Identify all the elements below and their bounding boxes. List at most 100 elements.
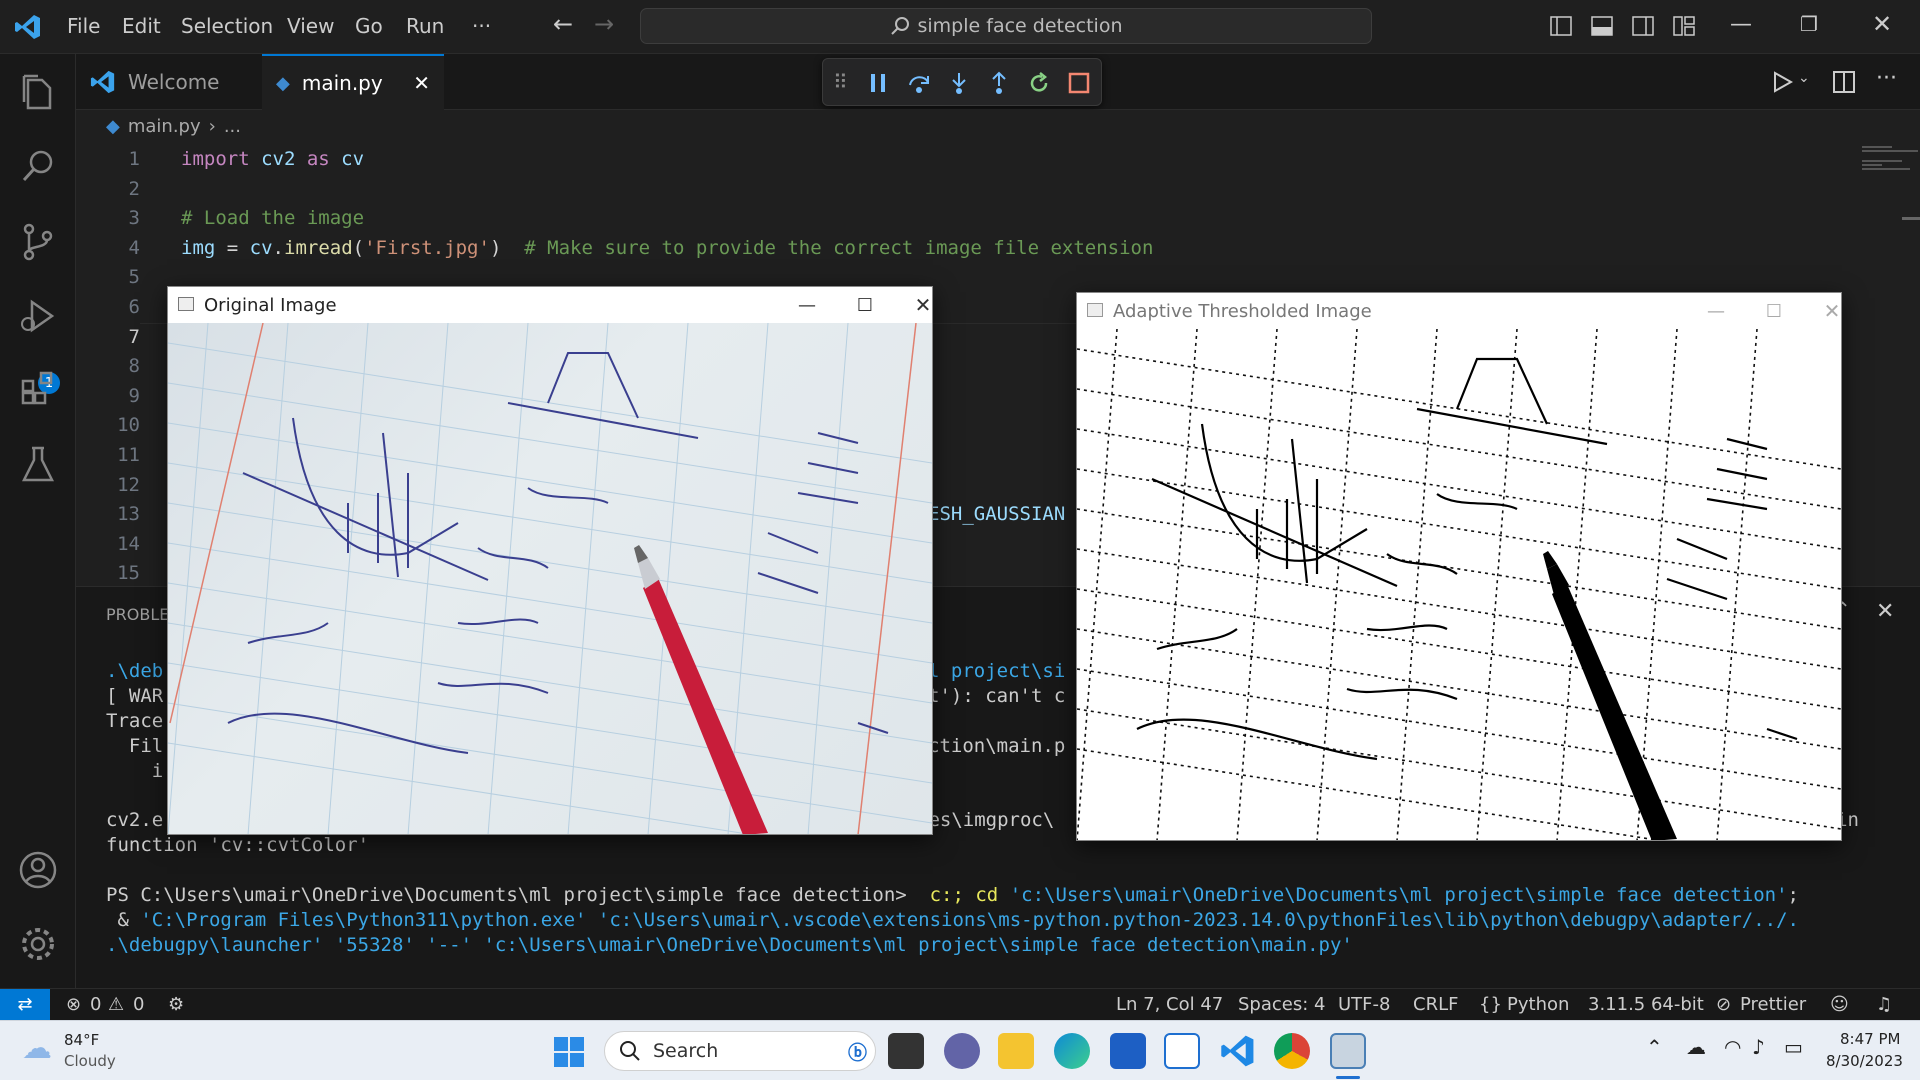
breadcrumb-file[interactable]: main.py bbox=[128, 116, 201, 137]
customize-layout-icon[interactable] bbox=[1673, 16, 1695, 36]
language-braces-icon[interactable]: {} bbox=[1479, 994, 1502, 1015]
accounts-icon[interactable] bbox=[16, 848, 60, 892]
extensions-icon[interactable] bbox=[16, 366, 60, 410]
weather-desc[interactable]: Cloudy bbox=[64, 1052, 116, 1070]
python-app-icon[interactable] bbox=[1330, 1033, 1366, 1069]
pause-icon[interactable] bbox=[867, 71, 889, 95]
edge-browser-icon[interactable] bbox=[1054, 1033, 1090, 1069]
menu-edit[interactable]: Edit bbox=[122, 14, 161, 38]
vscode-taskbar-icon[interactable] bbox=[1220, 1033, 1256, 1069]
task-view-icon[interactable] bbox=[888, 1033, 924, 1069]
scrollbar-thumb[interactable] bbox=[1902, 217, 1920, 220]
taskbar-search-label: Search bbox=[653, 1040, 719, 1062]
toggle-primary-sidebar-icon[interactable] bbox=[1550, 16, 1572, 36]
breadcrumb-rest[interactable]: ... bbox=[224, 116, 241, 137]
terminal-cmd-cd: c:; cd bbox=[906, 884, 1010, 906]
debug-status-icon[interactable]: ⚙ bbox=[168, 994, 184, 1015]
minimize-window-icon[interactable]: — bbox=[1730, 12, 1752, 37]
minimap[interactable] bbox=[1862, 144, 1920, 194]
cursor-position[interactable]: Ln 7, Col 47 bbox=[1116, 994, 1223, 1015]
original-close-icon[interactable]: ✕ bbox=[894, 287, 952, 323]
stop-icon[interactable] bbox=[1067, 71, 1091, 95]
windows-start-icon[interactable] bbox=[554, 1037, 584, 1067]
encoding[interactable]: UTF-8 bbox=[1338, 994, 1390, 1015]
restore-window-icon[interactable]: ❐ bbox=[1800, 12, 1818, 36]
toggle-panel-icon[interactable] bbox=[1591, 16, 1613, 36]
run-python-file-icon[interactable] bbox=[1771, 71, 1793, 93]
volume-icon[interactable]: ♪ bbox=[1752, 1035, 1765, 1059]
search-sidebar-icon[interactable] bbox=[16, 144, 60, 188]
menu-more[interactable]: ··· bbox=[472, 14, 491, 38]
menu-file[interactable]: File bbox=[67, 14, 100, 38]
code-line-3[interactable]: # Load the image bbox=[181, 207, 364, 229]
errors-icon[interactable]: ⊗ bbox=[66, 994, 81, 1015]
teams-chat-icon[interactable] bbox=[944, 1033, 980, 1069]
feedback-icon[interactable]: ☺ bbox=[1830, 994, 1849, 1015]
drag-handle-icon[interactable]: ⠿ bbox=[833, 70, 848, 94]
code-line-1[interactable]: import cv2 as cv bbox=[181, 148, 364, 170]
back-arrow-icon[interactable]: ← bbox=[553, 10, 573, 38]
toggle-secondary-sidebar-icon[interactable] bbox=[1632, 16, 1654, 36]
clock-time[interactable]: 8:47 PM bbox=[1840, 1030, 1900, 1048]
weather-temp[interactable]: 84°F bbox=[64, 1031, 99, 1049]
onedrive-icon[interactable]: ☁ bbox=[1686, 1035, 1706, 1059]
original-minimize-icon[interactable]: — bbox=[778, 287, 836, 323]
clock-date[interactable]: 8/30/2023 bbox=[1826, 1052, 1903, 1070]
language-mode[interactable]: Python bbox=[1507, 994, 1569, 1015]
remote-indicator-icon[interactable]: ⇄ bbox=[0, 989, 50, 1020]
original-image-window[interactable]: Original Image — ☐ ✕ bbox=[167, 286, 933, 835]
microsoft-store-icon[interactable] bbox=[1110, 1033, 1146, 1069]
cloud-weather-icon[interactable]: ☁ bbox=[22, 1031, 52, 1066]
tab-problems[interactable]: PROBLE bbox=[106, 605, 169, 624]
command-center[interactable]: simple face detection bbox=[640, 8, 1372, 44]
vscode-logo-icon[interactable] bbox=[14, 13, 42, 41]
prettier-status[interactable]: Prettier bbox=[1740, 994, 1806, 1015]
file-explorer-icon[interactable] bbox=[998, 1033, 1034, 1069]
code-line-13-tail[interactable]: ESH_GAUSSIAN bbox=[928, 503, 1065, 525]
show-hidden-icons-icon[interactable]: ⌃ bbox=[1646, 1035, 1663, 1059]
breadcrumb[interactable]: ◆ main.py › ... bbox=[106, 116, 241, 137]
step-out-icon[interactable] bbox=[987, 71, 1011, 95]
end-of-line[interactable]: CRLF bbox=[1413, 994, 1458, 1015]
run-dropdown-chevron-icon[interactable]: ⌄ bbox=[1798, 70, 1810, 86]
outlook-icon[interactable] bbox=[1164, 1033, 1200, 1069]
split-editor-icon[interactable] bbox=[1833, 71, 1855, 93]
notifications-bell-icon[interactable]: ♫ bbox=[1876, 994, 1892, 1015]
close-window-icon[interactable]: ✕ bbox=[1872, 10, 1892, 38]
threshold-close-icon[interactable]: ✕ bbox=[1803, 293, 1861, 329]
menu-selection[interactable]: Selection bbox=[181, 14, 273, 38]
bing-icon: ⓑ bbox=[847, 1041, 867, 1064]
python-interpreter[interactable]: 3.11.5 64-bit bbox=[1588, 994, 1704, 1015]
restart-icon[interactable] bbox=[1027, 71, 1051, 95]
warnings-icon[interactable]: ⚠ bbox=[108, 994, 124, 1015]
original-maximize-icon[interactable]: ☐ bbox=[836, 287, 894, 323]
error-count[interactable]: 0 bbox=[90, 994, 101, 1015]
menu-view[interactable]: View bbox=[287, 14, 334, 38]
prettier-icon[interactable]: ⊘ bbox=[1716, 994, 1731, 1015]
source-control-icon[interactable] bbox=[16, 220, 60, 264]
warning-count[interactable]: 0 bbox=[133, 994, 144, 1015]
tab-main-py[interactable]: ◆ main.py ✕ bbox=[262, 54, 444, 110]
testing-icon[interactable] bbox=[16, 442, 60, 486]
threshold-maximize-icon[interactable]: ☐ bbox=[1745, 293, 1803, 329]
battery-icon[interactable]: ▭ bbox=[1784, 1035, 1803, 1059]
threshold-minimize-icon[interactable]: — bbox=[1687, 293, 1745, 329]
run-debug-icon[interactable] bbox=[16, 294, 60, 338]
close-panel-icon[interactable]: ✕ bbox=[1876, 599, 1894, 624]
step-over-icon[interactable] bbox=[907, 71, 931, 95]
indentation[interactable]: Spaces: 4 bbox=[1238, 994, 1325, 1015]
step-into-icon[interactable] bbox=[947, 71, 971, 95]
editor-more-actions-icon[interactable]: ··· bbox=[1876, 66, 1897, 91]
forward-arrow-icon[interactable]: → bbox=[594, 10, 614, 38]
menu-go[interactable]: Go bbox=[355, 14, 383, 38]
taskbar-search-box[interactable]: Search ⓑ bbox=[604, 1031, 876, 1071]
tab-welcome[interactable]: Welcome bbox=[76, 54, 262, 110]
code-line-4[interactable]: img = cv.imread('First.jpg') # Make sure… bbox=[181, 237, 1153, 259]
threshold-image-window[interactable]: Adaptive Thresholded Image — ☐ ✕ bbox=[1076, 292, 1842, 841]
settings-gear-icon[interactable] bbox=[16, 922, 60, 966]
wifi-icon[interactable]: ◠ bbox=[1724, 1035, 1741, 1059]
menu-run[interactable]: Run bbox=[406, 14, 444, 38]
close-tab-icon[interactable]: ✕ bbox=[413, 71, 430, 95]
chrome-icon[interactable] bbox=[1274, 1033, 1310, 1069]
explorer-icon[interactable] bbox=[16, 70, 60, 114]
